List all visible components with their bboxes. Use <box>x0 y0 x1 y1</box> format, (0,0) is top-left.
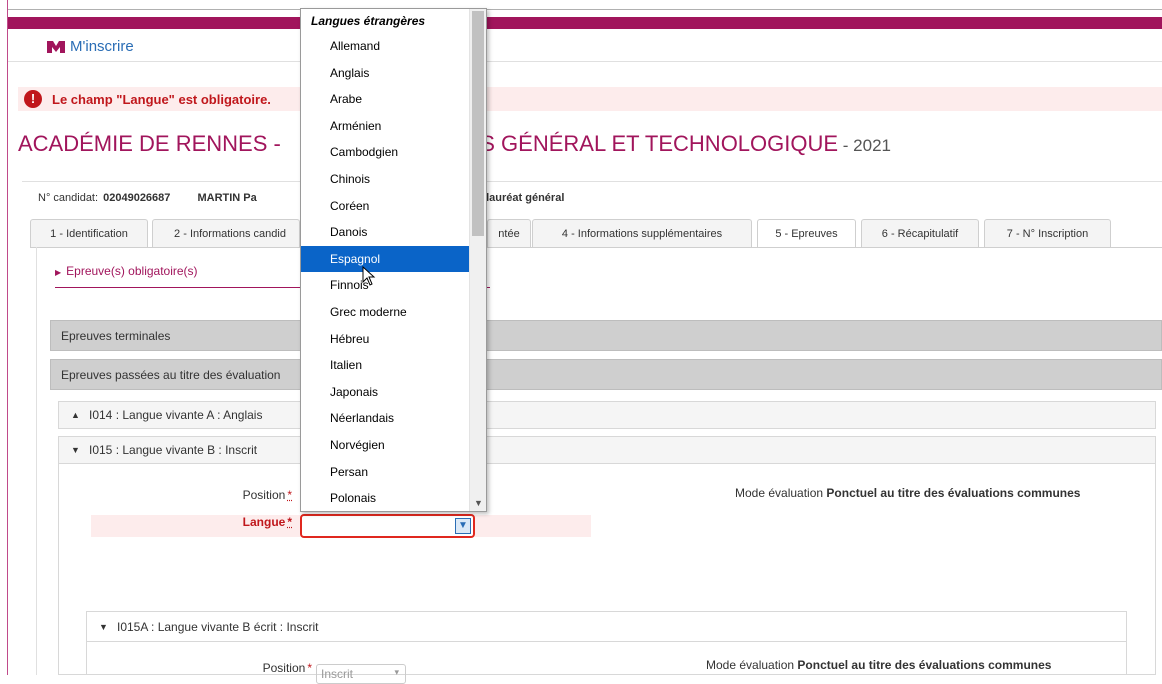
tab-informations-supplementaires[interactable]: 4 - Informations supplémentaires <box>532 219 752 247</box>
option-japonais[interactable]: Japonais <box>301 379 471 406</box>
chevron-down-icon: ▼ <box>99 621 108 632</box>
brand-link[interactable]: M'inscrire <box>46 38 134 55</box>
sub-mode-evaluation: Mode évaluation Ponctuel au titre des év… <box>706 658 1051 672</box>
candidate-number-label: N° candidat: <box>38 192 99 204</box>
option-italien[interactable]: Italien <box>301 352 471 379</box>
position-label: Position * <box>200 488 292 502</box>
dropdown-scrollbar[interactable]: ▼ <box>469 9 486 511</box>
option-persan[interactable]: Persan <box>301 459 471 486</box>
brand-label: M'inscrire <box>70 38 134 55</box>
top-divider <box>8 9 1162 10</box>
bar-label: Epreuves terminales <box>61 328 171 343</box>
bar-label: Epreuves passées au titre des évaluation <box>61 367 281 382</box>
option-neerlandais[interactable]: Néerlandais <box>301 405 471 432</box>
sub-mode-label: Mode évaluation <box>706 658 795 672</box>
tab-numero-inscription[interactable]: 7 - N° Inscription <box>984 219 1111 247</box>
candidate-diploma: alauréat général <box>480 192 565 204</box>
panel-title: I015 : Langue vivante B : Inscrit <box>89 443 258 457</box>
title-start: ACADÉMIE DE RENNES - <box>18 131 281 156</box>
option-danois[interactable]: Danois <box>301 219 471 246</box>
option-anglais[interactable]: Anglais <box>301 60 471 87</box>
panel-i014-header[interactable]: ▲ I014 : Langue vivante A : Anglais <box>58 401 1156 429</box>
required-mark: * <box>287 515 292 529</box>
mouse-pointer-icon <box>362 266 376 286</box>
panel-title: I014 : Langue vivante A : Anglais <box>89 408 263 422</box>
mode-value: Ponctuel au titre des évaluations commun… <box>826 486 1081 500</box>
option-chinois[interactable]: Chinois <box>301 166 471 193</box>
tab-label: ntée <box>498 227 520 240</box>
bar-epreuves-evaluations[interactable]: Epreuves passées au titre des évaluation <box>50 359 1162 390</box>
sub-position-value: Inscrit <box>321 667 354 681</box>
option-allemand[interactable]: Allemand <box>301 33 471 60</box>
alert-message: Le champ "Langue" est obligatoire. <box>52 91 271 107</box>
exclamation-icon: ! <box>24 90 42 108</box>
tab-epreuves[interactable]: 5 - Epreuves <box>757 219 856 248</box>
section-epreuves-obligatoires[interactable]: ▶ Epreuve(s) obligatoire(s) <box>55 264 198 278</box>
header-band <box>8 17 1162 29</box>
scrollbar-thumb[interactable] <box>472 11 484 236</box>
section-link-label: Epreuve(s) obligatoire(s) <box>66 264 198 278</box>
tab-identification[interactable]: 1 - Identification <box>30 219 148 247</box>
bar-epreuves-terminales[interactable]: Epreuves terminales <box>50 320 1162 351</box>
chevron-down-icon: ▼ <box>71 445 80 455</box>
tab-label: 6 - Récapitulatif <box>881 227 959 240</box>
required-mark: * <box>307 661 312 675</box>
sub-position-label: Position * <box>200 661 312 675</box>
info-rule <box>22 181 1162 182</box>
minscrire-logo-icon <box>47 40 65 53</box>
mode-evaluation: Mode évaluation Ponctuel au titre des év… <box>735 486 1080 500</box>
option-espagnol[interactable]: Espagnol <box>301 245 471 273</box>
mode-label: Mode évaluation <box>735 486 824 500</box>
option-grec-moderne[interactable]: Grec moderne <box>301 299 471 326</box>
position-label-text: Position <box>242 488 286 502</box>
option-armenien[interactable]: Arménien <box>301 113 471 140</box>
option-finnois[interactable]: Finnois <box>301 272 471 299</box>
panel-title: I015A : Langue vivante B écrit : Inscrit <box>117 619 319 634</box>
langue-label-text: Langue <box>242 515 286 529</box>
candidate-name: MARTIN Pa <box>197 192 257 204</box>
option-hebreu[interactable]: Hébreu <box>301 326 471 353</box>
langue-dropdown-list[interactable]: Langues étrangères Allemand Anglais Arab… <box>300 8 487 512</box>
tab-label: 2 - Informations candid <box>174 227 286 240</box>
tab-label: 1 - Identification <box>50 227 128 240</box>
caret-right-icon: ▶ <box>55 268 62 277</box>
sub-mode-value: Ponctuel au titre des évaluations commun… <box>797 658 1052 672</box>
scroll-down-icon[interactable]: ▼ <box>470 495 486 511</box>
chevron-up-icon: ▲ <box>71 410 80 420</box>
tab-label: 5 - Epreuves <box>775 228 838 240</box>
candidate-info: N° candidat: 02049026687 MARTIN Pa <box>38 192 257 204</box>
frame-left-border <box>7 0 8 675</box>
required-mark: * <box>287 488 292 502</box>
panel-i015-header[interactable]: ▼ I015 : Langue vivante B : Inscrit <box>58 436 1156 464</box>
option-polonais[interactable]: Polonais <box>301 485 471 511</box>
sub-position-select[interactable]: Inscrit ▾ <box>316 664 406 684</box>
option-coreen[interactable]: Coréen <box>301 193 471 220</box>
header-rule <box>8 61 1162 62</box>
option-norvegien[interactable]: Norvégien <box>301 432 471 459</box>
langue-label: Langue * <box>200 515 292 529</box>
tab-recapitulatif[interactable]: 6 - Récapitulatif <box>861 219 979 247</box>
chevron-down-icon[interactable]: ▼ <box>455 518 471 534</box>
candidate-number: 02049026687 <box>103 192 171 204</box>
title-end: TS GÉNÉRAL ET TECHNOLOGIQUE <box>466 131 839 156</box>
tabs-baseline <box>30 247 1162 248</box>
chevron-down-icon: ▾ <box>394 667 399 677</box>
langue-select[interactable]: ▼ <box>300 514 475 538</box>
sub-position-label-text: Position <box>262 661 306 675</box>
panel-i015a-header[interactable]: ▼ I015A : Langue vivante B écrit : Inscr… <box>86 611 1127 642</box>
tab-label: 4 - Informations supplémentaires <box>561 227 723 240</box>
error-alert: ! Le champ "Langue" est obligatoire. <box>18 87 1162 111</box>
tab-informations-candidat[interactable]: 2 - Informations candid <box>152 219 300 247</box>
content-left-border <box>36 247 37 675</box>
option-arabe[interactable]: Arabe <box>301 86 471 113</box>
option-cambodgien[interactable]: Cambodgien <box>301 139 471 166</box>
tab-label: 7 - N° Inscription <box>1006 227 1089 240</box>
optgroup-langues-etrangeres: Langues étrangères <box>301 9 471 33</box>
tab-3[interactable]: ntée <box>487 219 531 247</box>
title-year: - 2021 <box>838 136 891 155</box>
dropdown-options: Langues étrangères Allemand Anglais Arab… <box>301 9 471 511</box>
